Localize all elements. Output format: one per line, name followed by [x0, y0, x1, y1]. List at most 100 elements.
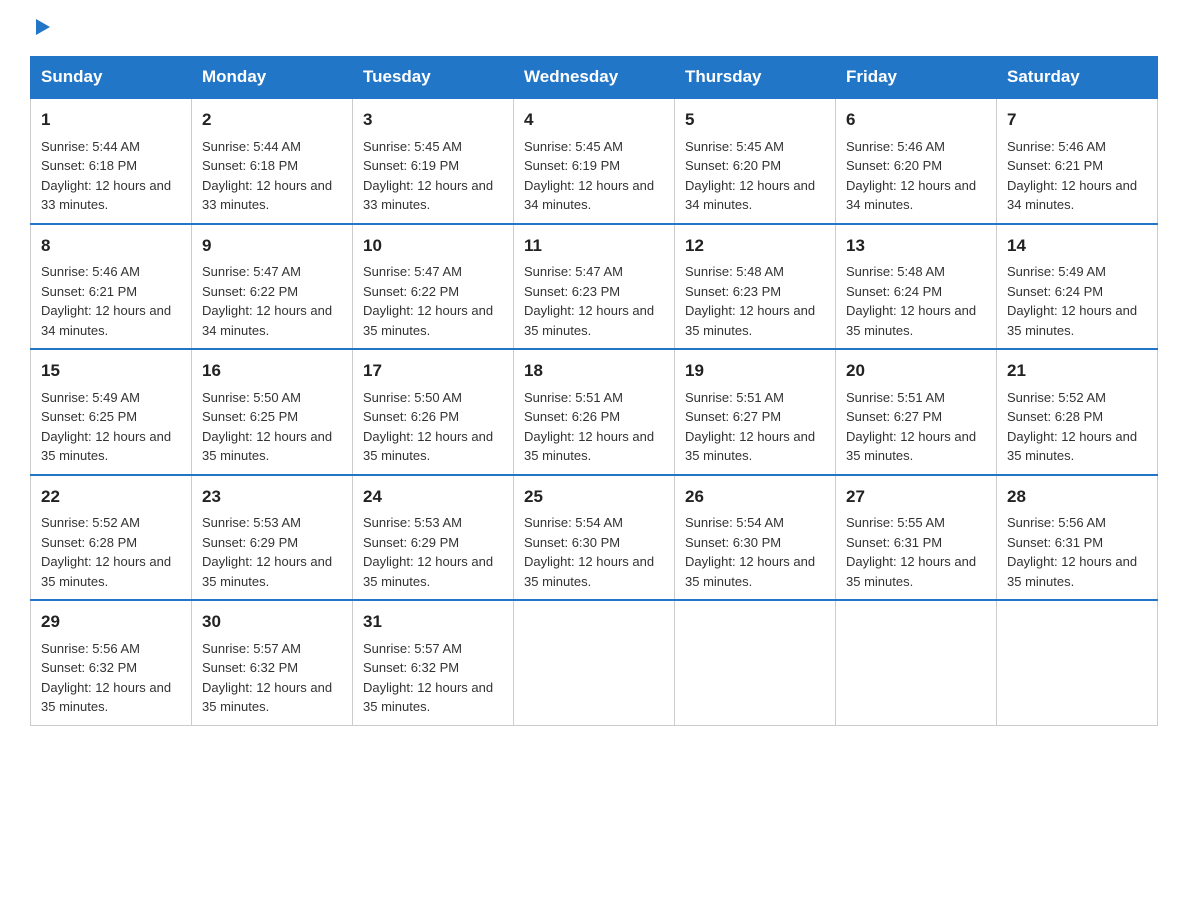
day-number: 12	[685, 233, 825, 259]
day-info: Sunrise: 5:44 AMSunset: 6:18 PMDaylight:…	[41, 137, 181, 215]
calendar-col-header: Thursday	[675, 57, 836, 99]
calendar-day-cell	[514, 600, 675, 725]
calendar-day-cell: 5 Sunrise: 5:45 AMSunset: 6:20 PMDayligh…	[675, 98, 836, 224]
day-info: Sunrise: 5:50 AMSunset: 6:25 PMDaylight:…	[202, 388, 342, 466]
day-number: 18	[524, 358, 664, 384]
day-number: 16	[202, 358, 342, 384]
calendar-col-header: Sunday	[31, 57, 192, 99]
calendar-day-cell: 27 Sunrise: 5:55 AMSunset: 6:31 PMDaylig…	[836, 475, 997, 601]
calendar-day-cell: 26 Sunrise: 5:54 AMSunset: 6:30 PMDaylig…	[675, 475, 836, 601]
calendar-col-header: Tuesday	[353, 57, 514, 99]
logo	[30, 20, 54, 38]
day-info: Sunrise: 5:56 AMSunset: 6:31 PMDaylight:…	[1007, 513, 1147, 591]
day-number: 22	[41, 484, 181, 510]
day-number: 23	[202, 484, 342, 510]
calendar-day-cell: 18 Sunrise: 5:51 AMSunset: 6:26 PMDaylig…	[514, 349, 675, 475]
calendar-day-cell: 24 Sunrise: 5:53 AMSunset: 6:29 PMDaylig…	[353, 475, 514, 601]
calendar-day-cell: 22 Sunrise: 5:52 AMSunset: 6:28 PMDaylig…	[31, 475, 192, 601]
calendar-day-cell	[997, 600, 1158, 725]
calendar-day-cell: 28 Sunrise: 5:56 AMSunset: 6:31 PMDaylig…	[997, 475, 1158, 601]
calendar-col-header: Friday	[836, 57, 997, 99]
day-number: 13	[846, 233, 986, 259]
day-info: Sunrise: 5:53 AMSunset: 6:29 PMDaylight:…	[363, 513, 503, 591]
day-info: Sunrise: 5:46 AMSunset: 6:21 PMDaylight:…	[1007, 137, 1147, 215]
calendar-day-cell: 2 Sunrise: 5:44 AMSunset: 6:18 PMDayligh…	[192, 98, 353, 224]
calendar-day-cell: 19 Sunrise: 5:51 AMSunset: 6:27 PMDaylig…	[675, 349, 836, 475]
day-number: 15	[41, 358, 181, 384]
calendar-week-row: 29 Sunrise: 5:56 AMSunset: 6:32 PMDaylig…	[31, 600, 1158, 725]
day-number: 20	[846, 358, 986, 384]
calendar-day-cell: 20 Sunrise: 5:51 AMSunset: 6:27 PMDaylig…	[836, 349, 997, 475]
calendar-day-cell: 12 Sunrise: 5:48 AMSunset: 6:23 PMDaylig…	[675, 224, 836, 350]
day-info: Sunrise: 5:46 AMSunset: 6:21 PMDaylight:…	[41, 262, 181, 340]
day-info: Sunrise: 5:57 AMSunset: 6:32 PMDaylight:…	[363, 639, 503, 717]
calendar-day-cell: 31 Sunrise: 5:57 AMSunset: 6:32 PMDaylig…	[353, 600, 514, 725]
day-info: Sunrise: 5:57 AMSunset: 6:32 PMDaylight:…	[202, 639, 342, 717]
day-number: 30	[202, 609, 342, 635]
calendar-day-cell: 23 Sunrise: 5:53 AMSunset: 6:29 PMDaylig…	[192, 475, 353, 601]
calendar-col-header: Monday	[192, 57, 353, 99]
day-number: 26	[685, 484, 825, 510]
day-info: Sunrise: 5:55 AMSunset: 6:31 PMDaylight:…	[846, 513, 986, 591]
day-info: Sunrise: 5:50 AMSunset: 6:26 PMDaylight:…	[363, 388, 503, 466]
day-info: Sunrise: 5:46 AMSunset: 6:20 PMDaylight:…	[846, 137, 986, 215]
calendar-table: SundayMondayTuesdayWednesdayThursdayFrid…	[30, 56, 1158, 726]
day-info: Sunrise: 5:49 AMSunset: 6:24 PMDaylight:…	[1007, 262, 1147, 340]
day-info: Sunrise: 5:49 AMSunset: 6:25 PMDaylight:…	[41, 388, 181, 466]
day-info: Sunrise: 5:51 AMSunset: 6:27 PMDaylight:…	[846, 388, 986, 466]
day-info: Sunrise: 5:48 AMSunset: 6:24 PMDaylight:…	[846, 262, 986, 340]
day-number: 29	[41, 609, 181, 635]
day-number: 25	[524, 484, 664, 510]
day-info: Sunrise: 5:56 AMSunset: 6:32 PMDaylight:…	[41, 639, 181, 717]
day-number: 31	[363, 609, 503, 635]
day-number: 11	[524, 233, 664, 259]
calendar-day-cell: 17 Sunrise: 5:50 AMSunset: 6:26 PMDaylig…	[353, 349, 514, 475]
day-info: Sunrise: 5:47 AMSunset: 6:22 PMDaylight:…	[202, 262, 342, 340]
calendar-day-cell: 11 Sunrise: 5:47 AMSunset: 6:23 PMDaylig…	[514, 224, 675, 350]
day-info: Sunrise: 5:52 AMSunset: 6:28 PMDaylight:…	[41, 513, 181, 591]
calendar-day-cell: 25 Sunrise: 5:54 AMSunset: 6:30 PMDaylig…	[514, 475, 675, 601]
calendar-week-row: 1 Sunrise: 5:44 AMSunset: 6:18 PMDayligh…	[31, 98, 1158, 224]
logo-arrow-icon	[32, 16, 54, 38]
calendar-day-cell	[675, 600, 836, 725]
day-info: Sunrise: 5:52 AMSunset: 6:28 PMDaylight:…	[1007, 388, 1147, 466]
day-info: Sunrise: 5:47 AMSunset: 6:22 PMDaylight:…	[363, 262, 503, 340]
calendar-week-row: 8 Sunrise: 5:46 AMSunset: 6:21 PMDayligh…	[31, 224, 1158, 350]
calendar-week-row: 22 Sunrise: 5:52 AMSunset: 6:28 PMDaylig…	[31, 475, 1158, 601]
day-number: 8	[41, 233, 181, 259]
day-info: Sunrise: 5:47 AMSunset: 6:23 PMDaylight:…	[524, 262, 664, 340]
calendar-day-cell: 9 Sunrise: 5:47 AMSunset: 6:22 PMDayligh…	[192, 224, 353, 350]
calendar-day-cell: 14 Sunrise: 5:49 AMSunset: 6:24 PMDaylig…	[997, 224, 1158, 350]
day-info: Sunrise: 5:44 AMSunset: 6:18 PMDaylight:…	[202, 137, 342, 215]
calendar-day-cell: 7 Sunrise: 5:46 AMSunset: 6:21 PMDayligh…	[997, 98, 1158, 224]
day-number: 21	[1007, 358, 1147, 384]
calendar-col-header: Wednesday	[514, 57, 675, 99]
day-number: 6	[846, 107, 986, 133]
calendar-col-header: Saturday	[997, 57, 1158, 99]
day-number: 10	[363, 233, 503, 259]
day-info: Sunrise: 5:51 AMSunset: 6:27 PMDaylight:…	[685, 388, 825, 466]
day-info: Sunrise: 5:45 AMSunset: 6:19 PMDaylight:…	[524, 137, 664, 215]
day-number: 9	[202, 233, 342, 259]
day-number: 5	[685, 107, 825, 133]
day-info: Sunrise: 5:45 AMSunset: 6:19 PMDaylight:…	[363, 137, 503, 215]
calendar-day-cell: 3 Sunrise: 5:45 AMSunset: 6:19 PMDayligh…	[353, 98, 514, 224]
day-info: Sunrise: 5:53 AMSunset: 6:29 PMDaylight:…	[202, 513, 342, 591]
day-number: 4	[524, 107, 664, 133]
page-header	[30, 20, 1158, 38]
calendar-day-cell: 21 Sunrise: 5:52 AMSunset: 6:28 PMDaylig…	[997, 349, 1158, 475]
calendar-day-cell: 4 Sunrise: 5:45 AMSunset: 6:19 PMDayligh…	[514, 98, 675, 224]
day-info: Sunrise: 5:45 AMSunset: 6:20 PMDaylight:…	[685, 137, 825, 215]
day-info: Sunrise: 5:54 AMSunset: 6:30 PMDaylight:…	[685, 513, 825, 591]
calendar-day-cell	[836, 600, 997, 725]
calendar-day-cell: 10 Sunrise: 5:47 AMSunset: 6:22 PMDaylig…	[353, 224, 514, 350]
day-number: 24	[363, 484, 503, 510]
calendar-week-row: 15 Sunrise: 5:49 AMSunset: 6:25 PMDaylig…	[31, 349, 1158, 475]
calendar-day-cell: 6 Sunrise: 5:46 AMSunset: 6:20 PMDayligh…	[836, 98, 997, 224]
day-number: 1	[41, 107, 181, 133]
day-info: Sunrise: 5:51 AMSunset: 6:26 PMDaylight:…	[524, 388, 664, 466]
day-number: 14	[1007, 233, 1147, 259]
calendar-day-cell: 29 Sunrise: 5:56 AMSunset: 6:32 PMDaylig…	[31, 600, 192, 725]
day-number: 27	[846, 484, 986, 510]
calendar-day-cell: 13 Sunrise: 5:48 AMSunset: 6:24 PMDaylig…	[836, 224, 997, 350]
